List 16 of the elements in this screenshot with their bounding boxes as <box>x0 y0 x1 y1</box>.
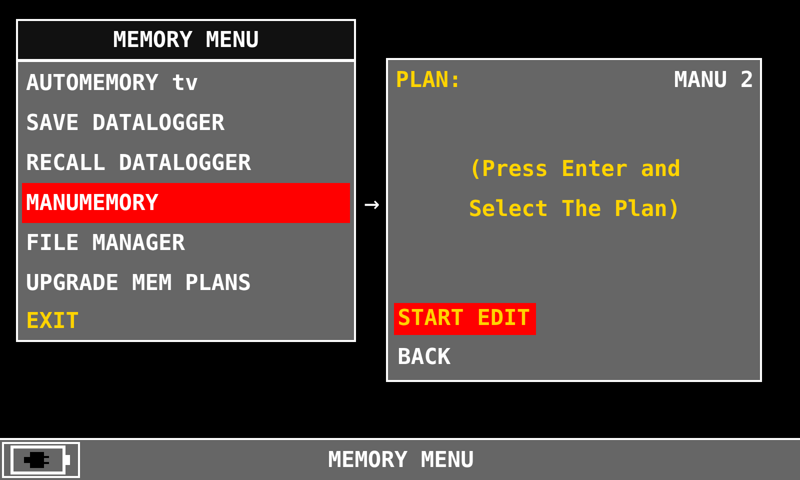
plan-value: MANU 2 <box>674 68 754 94</box>
instruction-text: Select The Plan) <box>468 196 681 224</box>
battery-plug-icon <box>10 445 72 475</box>
menu-item[interactable]: FILE MANAGER <box>18 223 354 263</box>
status-title: MEMORY MENU <box>327 446 475 474</box>
menu-item[interactable]: UPGRADE MEM PLANS <box>18 263 354 303</box>
menu-item[interactable]: EXIT <box>18 303 354 339</box>
menu-title: MEMORY MENU <box>18 21 354 62</box>
menu-item[interactable]: AUTOMEMORY tv <box>18 63 354 103</box>
arrow: → <box>364 189 380 219</box>
menu-option[interactable]: BACK <box>394 342 457 374</box>
plan-label: PLAN: <box>396 68 462 94</box>
instruction-text: (Press Enter and <box>468 156 681 184</box>
menu-item[interactable]: RECALL DATALOGGER <box>18 143 354 183</box>
menu-item[interactable]: SAVE DATALOGGER <box>18 103 354 143</box>
menu-item[interactable]: MANUMEMORY <box>22 183 350 223</box>
